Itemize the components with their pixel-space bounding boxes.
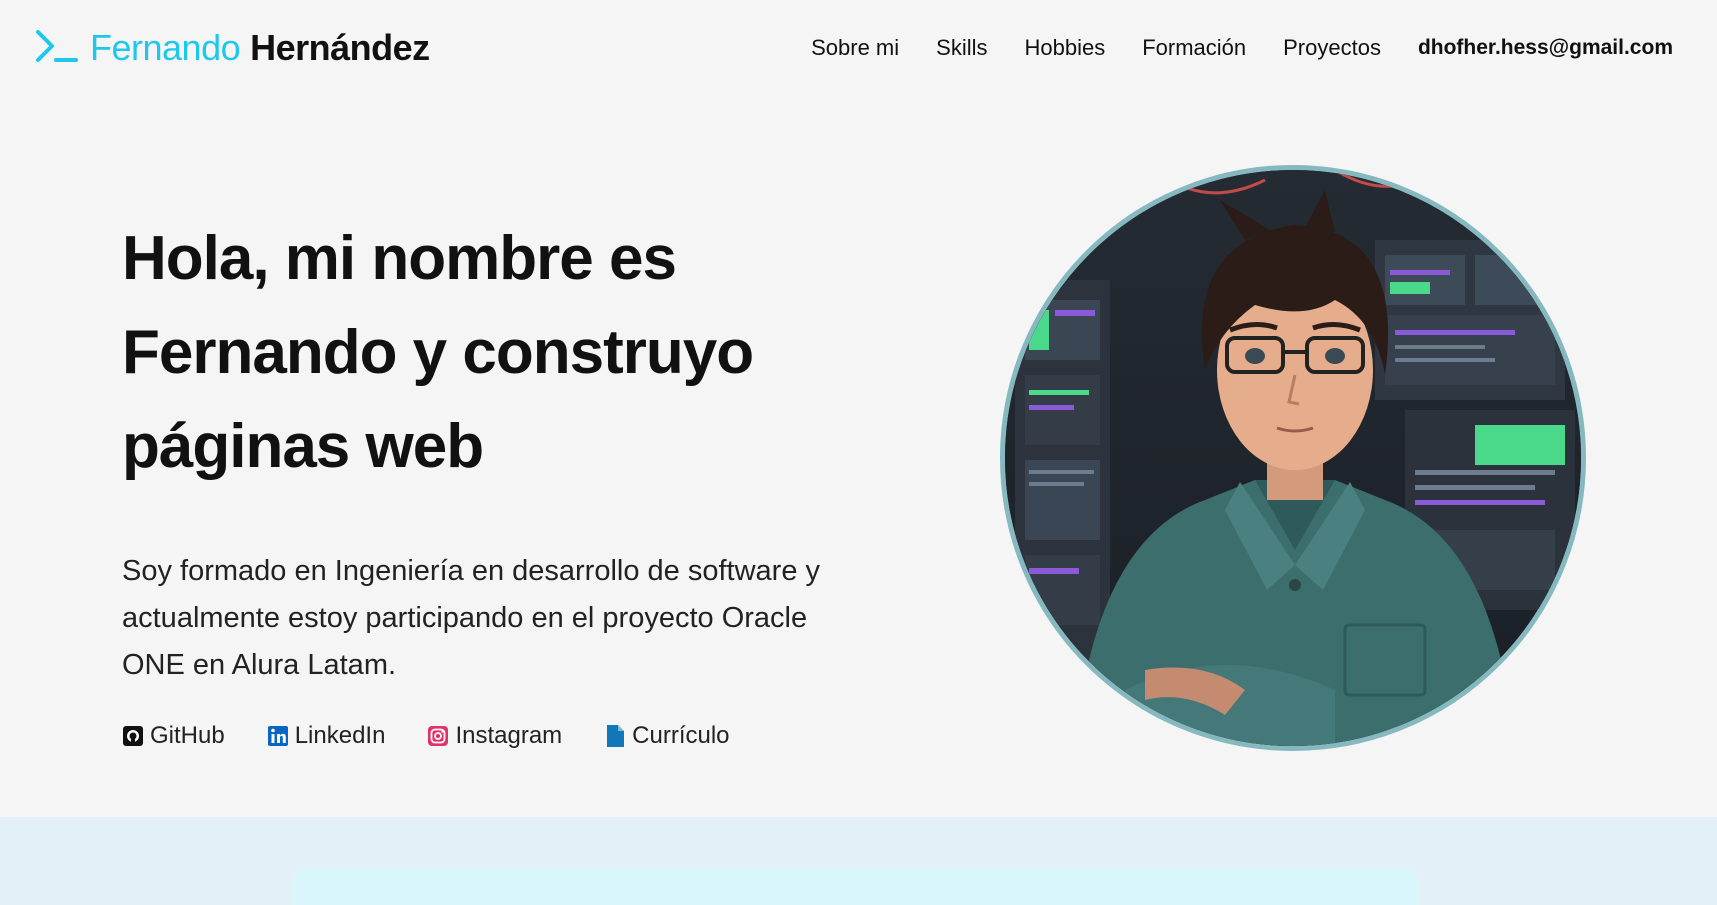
curriculum-link[interactable]: Currículo <box>604 722 730 750</box>
hero-description: Soy formado en Ingeniería en desarrollo … <box>122 548 942 689</box>
linkedin-icon <box>267 726 288 746</box>
hero-title-line: Fernando y construyo <box>122 318 754 387</box>
social-links: GitHub LinkedIn Instagram Currículo <box>122 718 772 754</box>
github-label: GitHub <box>150 722 225 749</box>
github-link[interactable]: GitHub <box>122 722 225 750</box>
logo-link[interactable]: Fernando Hernández <box>34 26 430 70</box>
curriculum-label: Currículo <box>632 722 730 749</box>
linkedin-label: LinkedIn <box>294 722 386 749</box>
document-icon <box>607 725 625 747</box>
nav-link-sobre-mi[interactable]: Sobre mi <box>811 35 899 61</box>
nav-email-link[interactable]: dhofher.hess@gmail.com <box>1418 36 1673 60</box>
avatar-illustration <box>1005 170 1581 746</box>
logo-last-name: Hernández <box>250 27 430 68</box>
next-section-card <box>292 868 1418 905</box>
terminal-prompt-icon <box>36 30 78 62</box>
hero-description-line: ONE en Alura Latam. <box>122 649 397 681</box>
hero-title-line: Hola, mi nombre es <box>122 224 677 293</box>
nav-link-proyectos[interactable]: Proyectos <box>1283 35 1381 61</box>
nav-link-hobbies[interactable]: Hobbies <box>1024 35 1105 61</box>
instagram-icon <box>428 726 449 746</box>
hero-description-line: Soy formado en Ingeniería en desarrollo … <box>122 555 821 587</box>
nav-link-formacion[interactable]: Formación <box>1142 35 1246 61</box>
logo-first-name: Fernando <box>90 27 241 68</box>
hero-description-line: actualmente estoy participando en el pro… <box>122 602 808 634</box>
instagram-link[interactable]: Instagram <box>427 722 562 750</box>
hero-title: Hola, mi nombre es Fernando y construyo … <box>122 212 842 494</box>
site-header: Fernando Hernández Sobre mi Skills Hobbi… <box>0 0 1717 96</box>
instagram-label: Instagram <box>455 722 563 749</box>
github-icon <box>123 726 143 746</box>
linkedin-link[interactable]: LinkedIn <box>267 722 386 750</box>
avatar <box>1000 165 1586 751</box>
hero-title-line: páginas web <box>122 412 484 481</box>
main-nav: Sobre mi Skills Hobbies Formación Proyec… <box>811 32 1673 64</box>
nav-link-skills[interactable]: Skills <box>936 35 987 61</box>
